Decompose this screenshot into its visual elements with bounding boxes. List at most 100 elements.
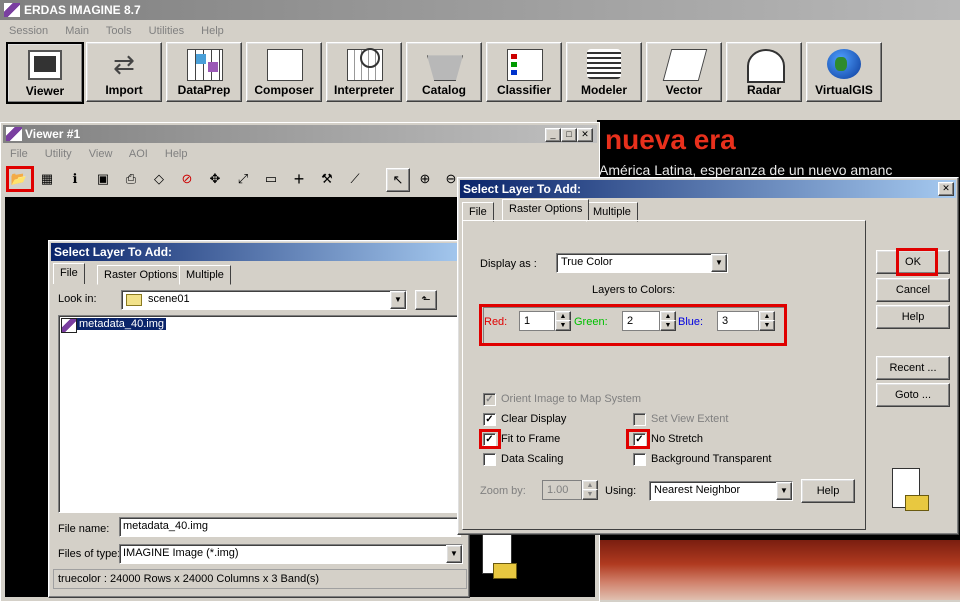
pointer-icon[interactable]: ↖ [386,168,410,192]
raster-tab-file[interactable]: File [462,202,494,222]
app-logo-icon [4,3,20,17]
zoom-by-label: Zoom by: [480,485,526,497]
catalog-icon [427,55,463,81]
toolbar-interpreter-button[interactable]: Interpreter [326,42,402,102]
zoom-to-icon[interactable]: ⤢ [232,168,254,190]
menu-session[interactable]: Session [9,25,48,37]
composer-icon [267,49,303,81]
highlight-open [6,166,34,192]
print-icon[interactable]: ⎙ [120,168,142,190]
help-inline-button[interactable]: Help [801,479,855,503]
toolbar-classifier-button[interactable]: Classifier [486,42,562,102]
viewer-menu-aoi[interactable]: AOI [129,148,148,160]
classifier-icon [507,49,543,81]
photo-crowd [597,540,960,600]
app-menubar: Session Main Tools Utilities Help [9,25,238,37]
viewer-icon [28,50,62,80]
menu-help[interactable]: Help [201,25,224,37]
file-type-label: Files of type: [58,548,121,560]
viewer-menu-file[interactable]: File [10,148,28,160]
file-tab-file[interactable]: File [53,263,85,284]
menu-main[interactable]: Main [65,25,89,37]
toolbar-import-button[interactable]: ⇄ Import [86,42,162,102]
toolbar-dataprep-button[interactable]: DataPrep [166,42,242,102]
file-tab-raster-options[interactable]: Raster Options [97,265,185,285]
up-folder-icon[interactable]: ⬑ [415,290,437,310]
look-in-select[interactable]: scene01 ▼ [121,290,407,310]
chevron-down-icon[interactable]: ▼ [711,254,727,272]
help-button[interactable]: Help [876,305,950,329]
clear-display-label: Clear Display [501,413,567,425]
using-label: Using: [605,485,637,497]
cancel-button[interactable]: Cancel [876,278,950,302]
photo-headline: nueva era [605,124,736,155]
layers-to-colors-label: Layers to Colors: [592,284,676,296]
viewer-menu-utility[interactable]: Utility [45,148,72,160]
save-icon[interactable]: ▣ [92,168,114,190]
goto-button[interactable]: Goto ... [876,383,950,407]
no-stretch-label: No Stretch [651,433,703,445]
file-tab-multiple[interactable]: Multiple [179,265,231,285]
raster-dialog-title: Select Layer To Add: [463,182,582,196]
img-file-icon [61,318,77,333]
chevron-down-icon[interactable]: ▼ [446,545,462,563]
menu-tools[interactable]: Tools [106,25,132,37]
clear-icon[interactable]: ⊘ [176,168,198,190]
toolbar-vector-button[interactable]: Vector [646,42,722,102]
fit-to-frame-label: Fit to Frame [501,433,561,445]
eraser-icon[interactable]: ◇ [148,168,170,190]
file-type-select[interactable]: IMAGINE Image (*.img) ▼ [119,544,463,564]
orient-label: Orient Image to Map System [501,393,641,405]
chevron-down-icon[interactable]: ▼ [390,291,406,309]
fit-icon[interactable]: ✥ [204,168,226,190]
minimize-icon[interactable]: _ [545,128,561,142]
menu-utilities[interactable]: Utilities [149,25,184,37]
toolbar-catalog-button[interactable]: Catalog [406,42,482,102]
toolbar-viewer-button[interactable]: Viewer [6,42,84,104]
highlight-no-stretch [626,429,650,449]
close-icon[interactable]: ✕ [577,128,593,142]
clear-display-checkbox[interactable]: ✓ [483,413,496,426]
recent-button[interactable]: Recent ... [876,356,950,380]
set-view-extent-label: Set View Extent [651,413,729,425]
radar-icon [747,49,785,83]
app-titlebar: ERDAS IMAGINE 8.7 [0,0,960,20]
file-name-input[interactable]: metadata_40.img [119,517,461,537]
toolbar-composer-button[interactable]: Composer [246,42,322,102]
raster-dialog: Select Layer To Add: ✕ File Raster Optio… [457,177,959,535]
chevron-down-icon[interactable]: ▼ [776,482,792,500]
maximize-icon[interactable]: □ [561,128,577,142]
raster-dialog-titlebar: Select Layer To Add: ✕ [460,180,956,198]
toolbar-modeler-button[interactable]: Modeler [566,42,642,102]
close-icon[interactable]: ✕ [938,182,954,196]
vector-icon [662,49,708,81]
crosshair-icon[interactable]: + [288,168,310,190]
zoom-in-icon[interactable]: ⊕ [414,168,436,190]
using-select[interactable]: Nearest Neighbor ▼ [649,481,793,501]
modeler-icon [587,49,621,79]
import-icon: ⇄ [113,49,135,79]
info-icon[interactable]: ℹ [64,168,86,190]
display-as-select[interactable]: True Color ▼ [556,253,728,273]
data-scaling-checkbox[interactable] [483,453,496,466]
toolbar-radar-button[interactable]: Radar [726,42,802,102]
document-folder-icon[interactable] [892,468,929,511]
raster-tab-multiple[interactable]: Multiple [586,202,638,222]
file-status: truecolor : 24000 Rows x 24000 Columns x… [53,569,467,589]
viewer-menu-view[interactable]: View [89,148,113,160]
file-list[interactable]: metadata_40.img [58,315,466,513]
hammer-icon[interactable]: ⚒ [316,168,338,190]
raster-icon[interactable]: ▦ [36,168,58,190]
viewer-menu-help[interactable]: Help [165,148,188,160]
set-view-extent-checkbox [633,413,646,426]
ruler-icon[interactable]: ▭ [260,168,282,190]
file-dialog-title: Select Layer To Add: [54,245,173,259]
look-in-value: scene01 [148,293,190,305]
orient-checkbox: ✓ [483,393,496,406]
background-transparent-checkbox[interactable] [633,453,646,466]
viewer-title: Viewer #1 [25,127,81,141]
toolbar-virtualgis-button[interactable]: VirtualGIS [806,42,882,102]
file-item-label: metadata_40.img [77,318,166,330]
profile-icon[interactable]: ⟋ [344,168,366,190]
raster-tab-raster-options[interactable]: Raster Options [502,199,590,220]
